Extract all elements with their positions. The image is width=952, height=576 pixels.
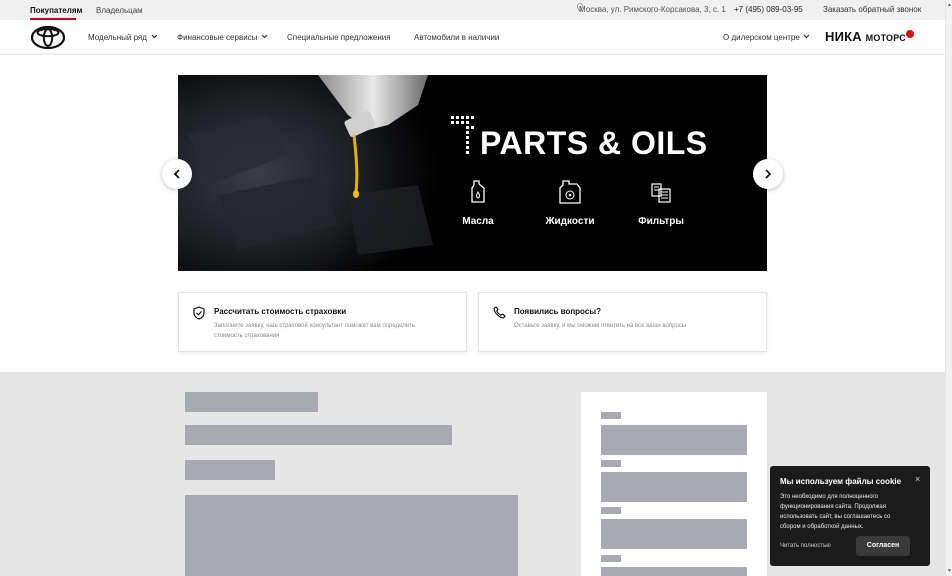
hero-category-filters[interactable]: Фильтры: [621, 180, 701, 227]
scroll-down-icon[interactable]: ▼: [947, 568, 952, 574]
hero-category-label: Жидкости: [545, 216, 595, 227]
nav-item-models[interactable]: Модельный ряд: [88, 33, 147, 42]
skeleton-label: [601, 460, 621, 467]
carousel-next-button[interactable]: [753, 159, 783, 189]
hero-category-label: Масла: [462, 216, 494, 227]
chevron-left-icon: [173, 169, 180, 179]
oil-canister-icon: [471, 180, 485, 203]
skeleton-input: [601, 472, 747, 502]
chevron-down-icon[interactable]: [803, 34, 810, 39]
brand-dot-icon: [906, 30, 914, 38]
cookie-close-button[interactable]: ×: [915, 474, 920, 484]
tab-owners[interactable]: Владельцам: [96, 6, 143, 15]
scroll-up-icon[interactable]: ▲: [947, 2, 952, 8]
skeleton-heading: [185, 392, 318, 412]
brand-main-text: НИКА: [825, 29, 862, 44]
dealer-phone-link[interactable]: +7 (495) 089-03-95: [734, 5, 803, 14]
skeleton-label: [601, 555, 621, 562]
filter-icon: [651, 183, 671, 203]
nav-item-special-offers[interactable]: Специальные предложения: [287, 33, 391, 42]
cookie-banner: Мы используем файлы cookie × Это необход…: [770, 466, 930, 566]
top-bar: Покупателям Владельцам Москва, ул. Римск…: [0, 0, 945, 20]
tab-buyers[interactable]: Покупателям: [30, 6, 82, 15]
skeleton-line: [185, 460, 275, 480]
chevron-down-icon[interactable]: [151, 34, 158, 39]
main-nav: Модельный ряд Финансовые сервисы Специал…: [0, 20, 945, 55]
card-title: Появились вопросы?: [514, 307, 601, 316]
callback-link[interactable]: Заказать обратный звонок: [823, 5, 921, 14]
skeleton-label: [601, 412, 621, 419]
hero-banner[interactable]: PARTS & OILS Масла Жидкости Фильтры: [178, 75, 767, 271]
brand-sub-text: МОТОРС: [865, 33, 906, 43]
card-description: Оставьте заявку, и мы сможем ответить на…: [514, 323, 687, 329]
cookie-read-more-link[interactable]: Читать полностью: [780, 543, 831, 549]
hero-category-label: Фильтры: [638, 216, 684, 227]
chevron-down-icon[interactable]: [261, 34, 268, 39]
dealer-brand-logo[interactable]: НИКА МОТОРС: [825, 29, 906, 44]
hero-category-fluids[interactable]: Жидкости: [530, 180, 610, 227]
phone-icon: [493, 306, 506, 319]
skeleton-label: [601, 507, 621, 514]
hero-category-oils[interactable]: Масла: [438, 180, 518, 227]
card-title: Рассчитать стоимость страховки: [214, 307, 347, 316]
card-description: Заполните заявку, наш страховой консульт…: [214, 323, 415, 339]
cookie-body: Это необходимо для полноценного функцион…: [780, 494, 891, 530]
nav-item-about-dealer[interactable]: О дилерском центре: [723, 33, 800, 42]
dot-grid-icon: [451, 116, 474, 154]
fluid-canister-icon: [559, 180, 581, 204]
hero-title: PARTS & OILS: [480, 125, 708, 161]
carousel-prev-button[interactable]: [162, 159, 192, 189]
nav-item-finance[interactable]: Финансовые сервисы: [177, 33, 257, 42]
skeleton-input: [601, 425, 747, 455]
cookie-title: Мы используем файлы cookie: [780, 477, 902, 486]
cookie-accept-button[interactable]: Согласен: [856, 536, 910, 556]
questions-card[interactable]: Появились вопросы? Оставьте заявку, и мы…: [478, 292, 767, 352]
dealer-address: Москва, ул. Римского-Корсакова, 3, с. 1: [579, 5, 726, 14]
shield-check-icon: [193, 306, 205, 320]
chevron-right-icon: [765, 169, 772, 179]
skeleton-line: [185, 425, 452, 445]
oil-pour-image: [178, 75, 438, 271]
toyota-logo-icon[interactable]: [31, 26, 65, 49]
skeleton-block: [185, 495, 518, 576]
skeleton-input: [601, 567, 747, 576]
skeleton-input: [601, 519, 747, 549]
nav-item-cars-in-stock[interactable]: Автомобили в наличии: [414, 33, 499, 42]
insurance-card[interactable]: Рассчитать стоимость страховки Заполните…: [178, 292, 467, 352]
page-scrollbar[interactable]: ▲ ▼: [945, 0, 952, 576]
